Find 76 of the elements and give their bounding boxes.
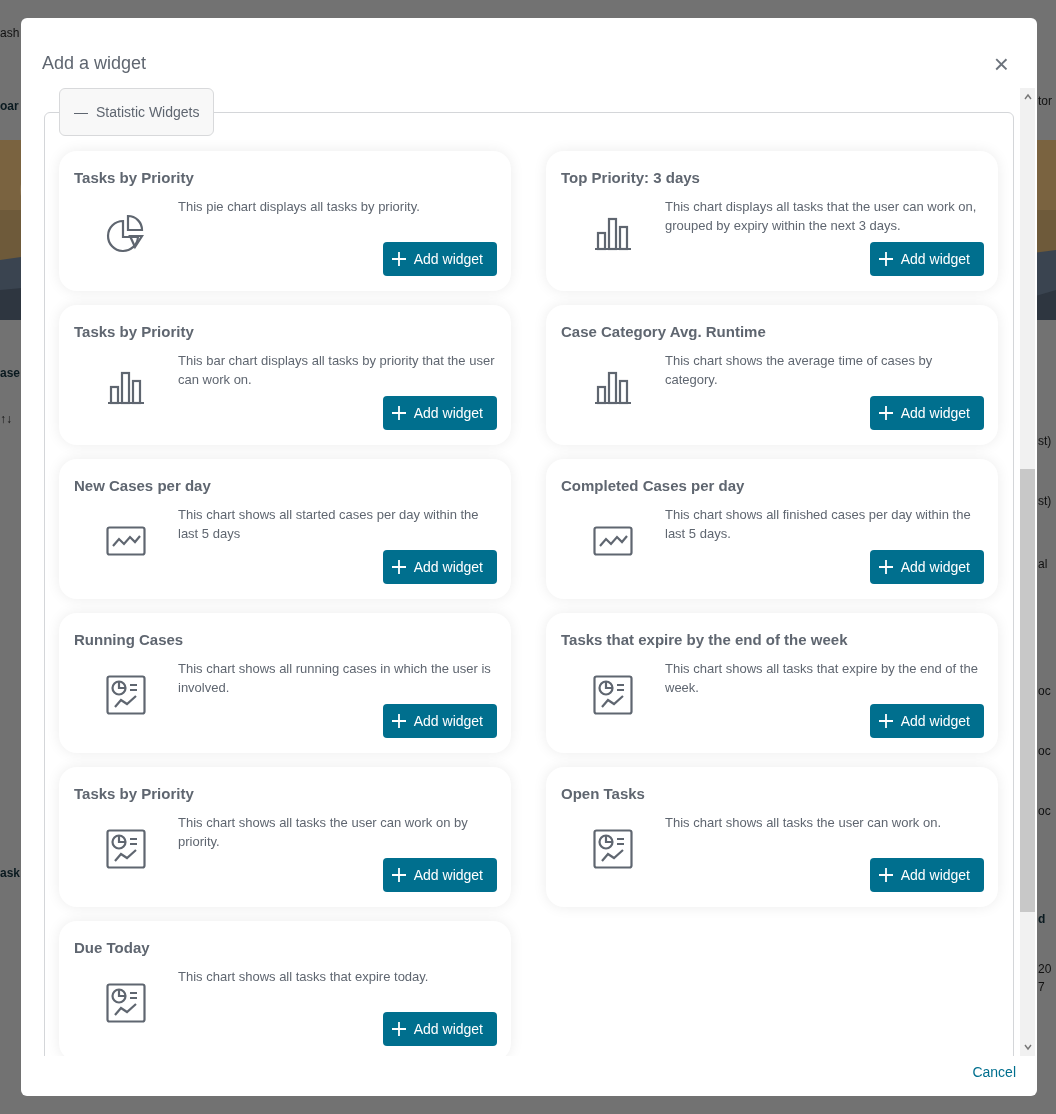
background-text: ase bbox=[0, 365, 21, 382]
background-text: ask bbox=[0, 865, 21, 882]
widget-title: Case Category Avg. Runtime bbox=[561, 323, 767, 341]
plus-icon bbox=[390, 713, 407, 729]
background-text: 20 bbox=[1038, 961, 1052, 978]
add-widget-button[interactable]: Add widget bbox=[869, 550, 984, 584]
widget-title: Tasks that expire by the end of the week bbox=[561, 631, 849, 649]
add-widget-button[interactable]: Add widget bbox=[382, 550, 497, 584]
widget-title: Top Priority: 3 days bbox=[561, 169, 701, 187]
add-widget-button[interactable]: Add widget bbox=[869, 396, 984, 430]
widget-description: This chart shows the average time of cases by category. bbox=[665, 352, 934, 389]
add-widget-button[interactable]: Add widget bbox=[382, 396, 497, 430]
widget-description: This pie chart displays all tasks by priority. bbox=[178, 198, 421, 216]
plus-icon bbox=[877, 405, 894, 421]
plus-icon bbox=[390, 559, 407, 575]
report-chart-icon bbox=[593, 674, 633, 715]
plus-icon bbox=[877, 867, 894, 883]
report-chart-icon bbox=[106, 828, 146, 869]
scroll-down-icon[interactable] bbox=[1022, 1042, 1033, 1052]
plus-icon bbox=[877, 251, 894, 267]
background-text: al bbox=[1038, 556, 1048, 573]
report-chart-icon bbox=[106, 674, 146, 715]
widget-description: This chart shows all tasks that expire today. bbox=[178, 968, 430, 986]
background-text: oc bbox=[1038, 683, 1051, 700]
background-text: oc bbox=[1038, 743, 1051, 760]
widget-description: This chart shows all tasks the user can work on. bbox=[665, 814, 942, 832]
add-widget-button[interactable]: Add widget bbox=[382, 242, 497, 276]
scroll-up-icon[interactable] bbox=[1022, 92, 1033, 102]
widget-description: This chart shows all tasks that expire by the end of the week. bbox=[665, 660, 979, 697]
background-text: oc bbox=[1038, 803, 1051, 820]
background-text: oar bbox=[0, 98, 19, 115]
collapse-icon: — bbox=[74, 101, 88, 123]
widget-title: Open Tasks bbox=[561, 785, 646, 803]
dialog-title: Add a widget bbox=[42, 53, 147, 75]
widget-description: This chart shows all tasks the user can work on by priority. bbox=[178, 814, 469, 851]
report-chart-icon bbox=[593, 828, 633, 869]
widget-title: Running Cases bbox=[74, 631, 185, 649]
widget-title: Due Today bbox=[74, 939, 151, 957]
plus-icon bbox=[877, 559, 894, 575]
plus-icon bbox=[390, 405, 407, 421]
background-text: d bbox=[1038, 911, 1046, 928]
close-button[interactable]: × bbox=[989, 51, 1013, 77]
plus-icon bbox=[877, 713, 894, 729]
widget-title: New Cases per day bbox=[74, 477, 212, 495]
background-text: ash bbox=[0, 25, 20, 42]
scrollbar[interactable] bbox=[1020, 88, 1035, 1056]
background-text: ↑↓ bbox=[0, 411, 12, 428]
add-widget-button[interactable]: Add widget bbox=[382, 1012, 497, 1046]
add-widget-button[interactable]: Add widget bbox=[382, 858, 497, 892]
add-widget-button[interactable]: Add widget bbox=[869, 704, 984, 738]
plus-icon bbox=[390, 1021, 407, 1037]
line-chart-icon bbox=[593, 525, 633, 556]
add-widget-button[interactable]: Add widget bbox=[869, 858, 984, 892]
widget-description: This chart shows all started cases per day within the last 5 days bbox=[178, 506, 480, 543]
add-widget-button[interactable]: Add widget bbox=[382, 704, 497, 738]
section-title: Statistic Widgets bbox=[96, 102, 200, 122]
cancel-link[interactable]: Cancel bbox=[972, 1061, 1016, 1083]
widget-description: This bar chart displays all tasks by priority that the user can work on. bbox=[178, 352, 496, 389]
widget-title: Tasks by Priority bbox=[74, 323, 195, 341]
report-chart-icon bbox=[106, 982, 146, 1023]
widget-description: This chart displays all tasks that the user can work on, grouped by expiry within the next 3 days. bbox=[665, 198, 978, 235]
background-text: st) bbox=[1038, 493, 1052, 510]
plus-icon bbox=[390, 251, 407, 267]
widget-description: This chart shows all finished cases per day within the last 5 days. bbox=[665, 506, 972, 543]
background-text: st) bbox=[1038, 433, 1052, 450]
background-text: 7 bbox=[1038, 979, 1045, 996]
plus-icon bbox=[390, 867, 407, 883]
section-toggle-button[interactable]: — Statistic Widgets bbox=[59, 88, 215, 136]
widget-title: Tasks by Priority bbox=[74, 785, 195, 803]
widget-title: Tasks by Priority bbox=[74, 169, 195, 187]
line-chart-icon bbox=[106, 525, 146, 556]
widget-title: Completed Cases per day bbox=[561, 477, 746, 495]
add-widget-button[interactable]: Add widget bbox=[869, 242, 984, 276]
widget-description: This chart shows all running cases in which the user is involved. bbox=[178, 660, 492, 697]
background-text: tor bbox=[1038, 93, 1052, 110]
pie-chart-icon bbox=[106, 212, 146, 253]
